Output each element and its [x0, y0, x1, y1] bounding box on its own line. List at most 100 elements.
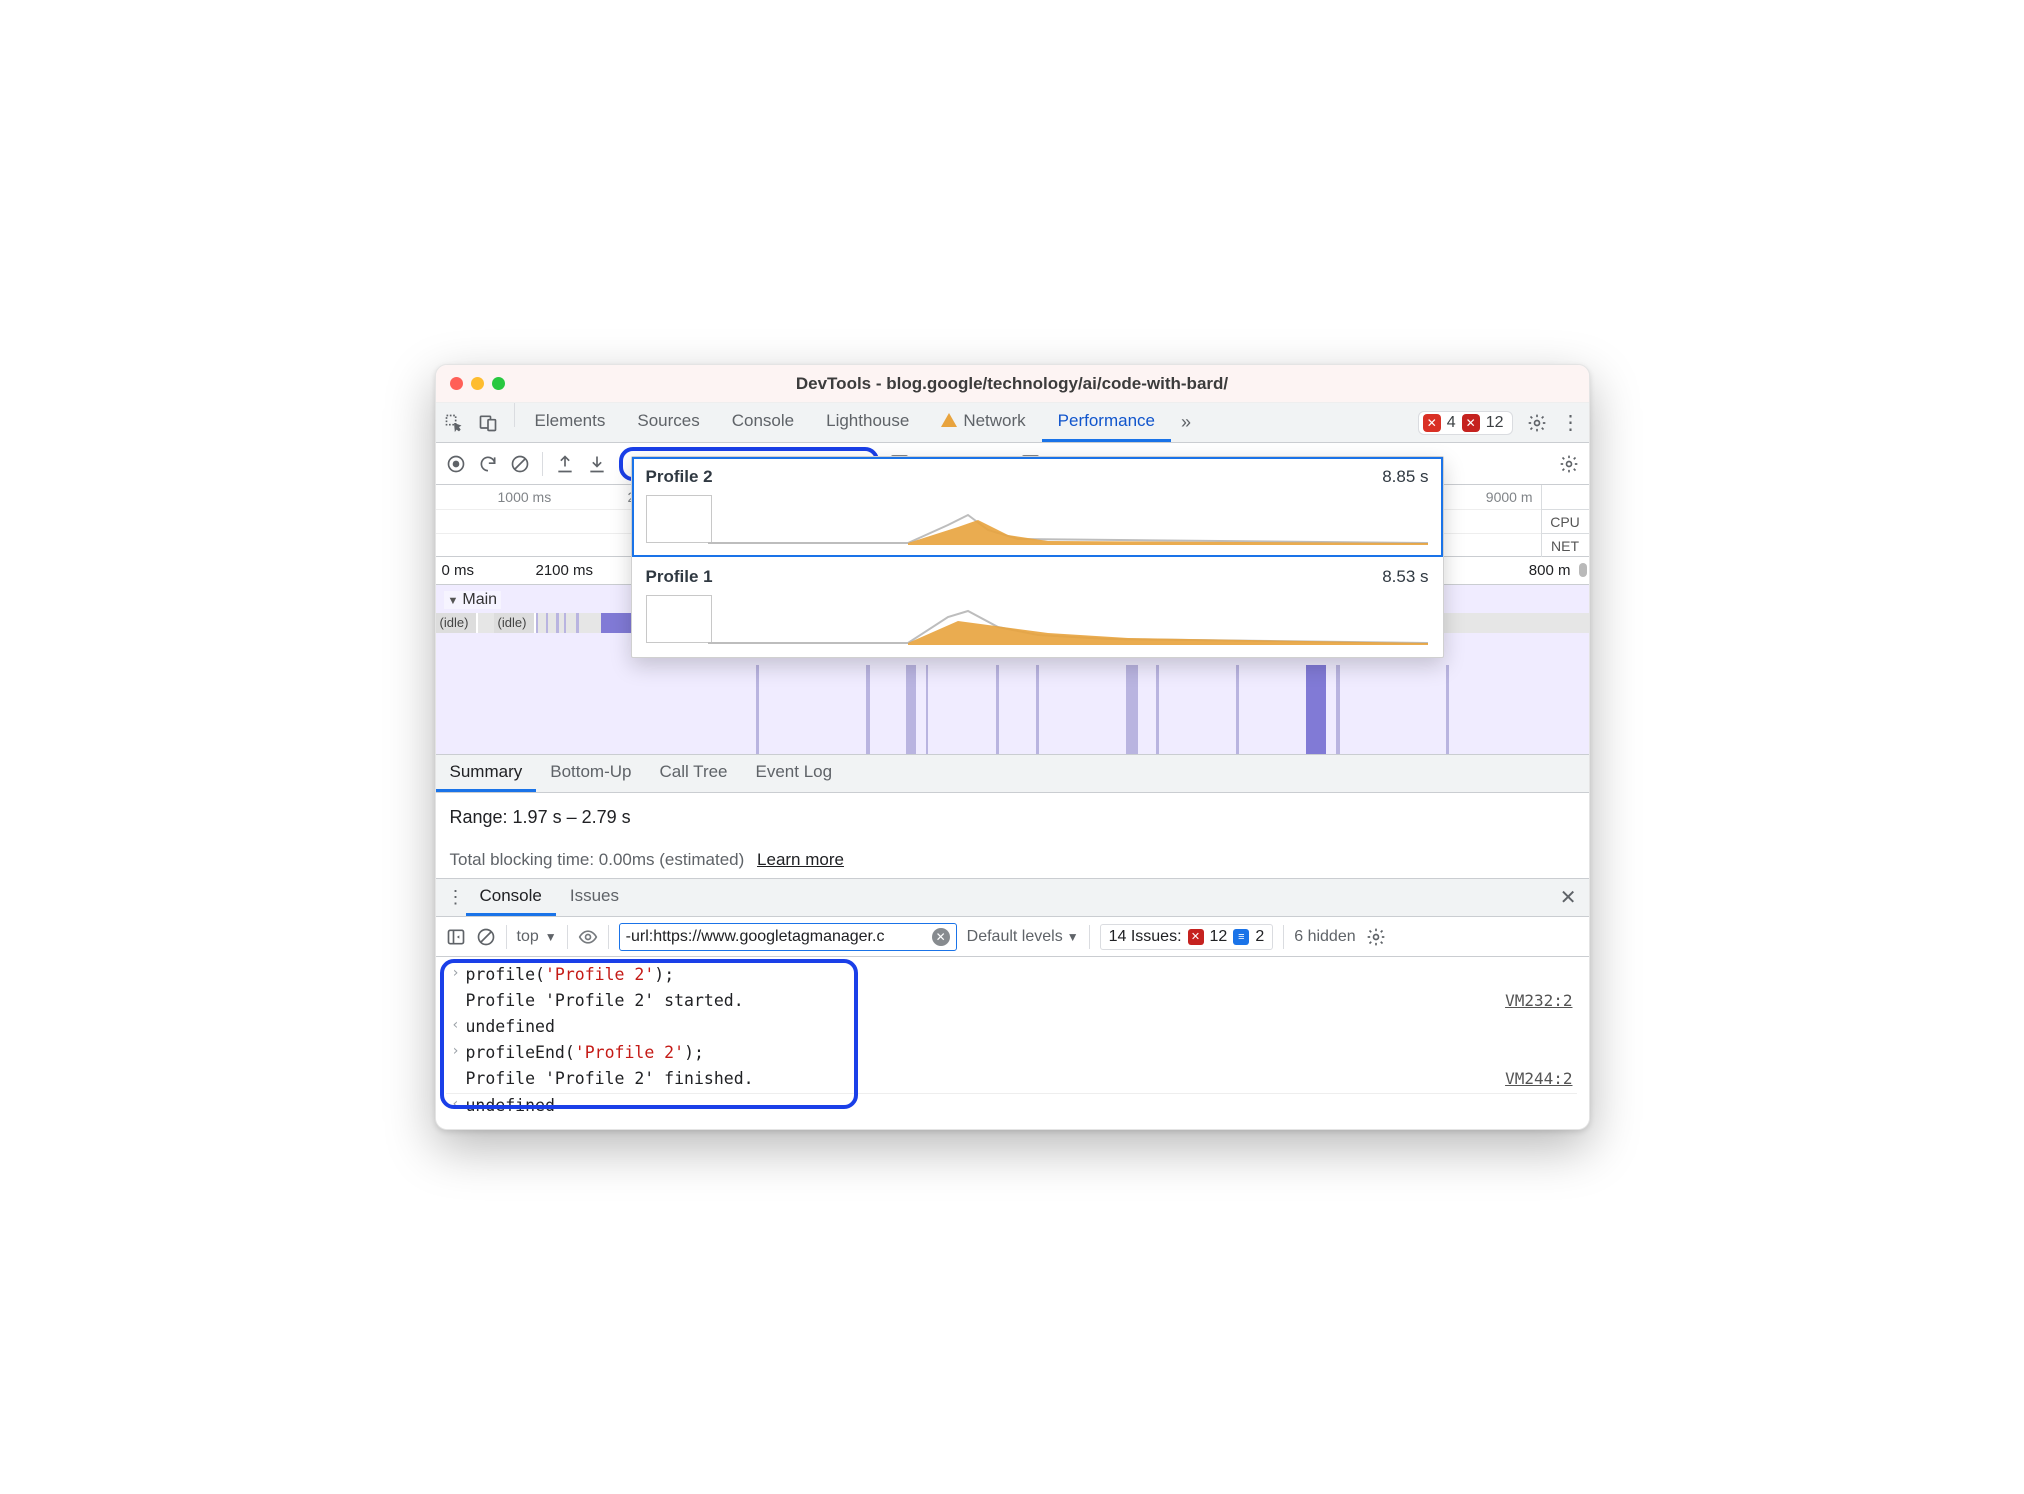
main-tabstrip: Elements Sources Console Lighthouse Netw…	[436, 403, 1589, 443]
profile-time: 8.53 s	[1382, 567, 1428, 587]
chevron-down-icon: ▼	[545, 930, 557, 944]
tab-network[interactable]: Network	[925, 403, 1041, 442]
reload-icon[interactable]	[478, 454, 498, 474]
source-link[interactable]: VM232:2	[1505, 991, 1576, 1010]
learn-more-link[interactable]: Learn more	[757, 850, 844, 869]
separator	[1089, 925, 1090, 949]
issues-counter[interactable]: 14 Issues: ✕ 12 ≡ 2	[1100, 924, 1274, 950]
profile-time: 8.85 s	[1382, 467, 1428, 487]
close-icon[interactable]	[450, 377, 463, 390]
context-select[interactable]: top ▼	[517, 928, 557, 946]
perf-settings-gear-icon[interactable]	[1559, 454, 1579, 474]
tab-sources[interactable]: Sources	[621, 403, 715, 442]
log-return: ‹ undefined	[446, 1015, 1577, 1041]
input-chevron-icon: ›	[446, 965, 466, 981]
gear-icon[interactable]	[1527, 413, 1547, 433]
separator	[514, 403, 515, 427]
log-return: ‹ undefined	[446, 1093, 1577, 1119]
log-output: Profile 'Profile 2' finished. VM244:2	[446, 1067, 1577, 1093]
summary-range: Range: 1.97 s – 2.79 s	[450, 807, 1575, 828]
tab-bottom-up[interactable]: Bottom-Up	[536, 755, 645, 792]
chevron-down-icon: ▼	[1067, 930, 1079, 944]
profile-row[interactable]: Profile 2 8.85 s	[632, 457, 1443, 557]
ruler-tick: 800 m	[1529, 562, 1571, 579]
summary-tabstrip: Summary Bottom-Up Call Tree Event Log	[436, 755, 1589, 793]
drawer-tab-issues[interactable]: Issues	[556, 879, 633, 916]
record-icon[interactable]	[446, 454, 466, 474]
error-count: 4	[1447, 414, 1456, 432]
clear-console-icon[interactable]	[476, 927, 496, 947]
issues-label: 14 Issues:	[1109, 928, 1182, 946]
return-chevron-icon: ‹	[446, 1017, 466, 1033]
tab-summary[interactable]: Summary	[436, 755, 537, 792]
error2-badge-icon: ✕	[1462, 414, 1480, 432]
tab-console[interactable]: Console	[716, 403, 810, 442]
error-counter[interactable]: ✕ 4 ✕ 12	[1418, 411, 1513, 435]
upload-icon[interactable]	[555, 454, 575, 474]
issues-info-count: 2	[1255, 928, 1264, 946]
window-title: DevTools - blog.google/technology/ai/cod…	[436, 374, 1589, 394]
profile-sparkline	[708, 505, 1428, 545]
drawer-tab-console[interactable]: Console	[466, 879, 556, 916]
ruler-tick: 0 ms	[442, 562, 475, 579]
profile-thumbnail	[646, 495, 712, 543]
log-input: › profileEnd('Profile 2');	[446, 1041, 1577, 1067]
issues-error-count: 12	[1210, 928, 1228, 946]
tab-lighthouse[interactable]: Lighthouse	[810, 403, 925, 442]
console-settings-gear-icon[interactable]	[1366, 927, 1386, 947]
filter-value: -url:https://www.googletagmanager.c	[626, 928, 885, 946]
profile-name: Profile 2	[646, 467, 713, 487]
scrollbar-thumb[interactable]	[1579, 563, 1587, 577]
tab-performance[interactable]: Performance	[1042, 403, 1171, 442]
separator	[542, 452, 543, 476]
inspect-icon[interactable]	[444, 413, 464, 433]
clear-icon[interactable]	[510, 454, 530, 474]
separator	[608, 925, 609, 949]
console-log[interactable]: › profile('Profile 2'); Profile 'Profile…	[436, 957, 1589, 1129]
sidebar-toggle-icon[interactable]	[446, 927, 466, 947]
source-link[interactable]: VM244:2	[1505, 1069, 1576, 1088]
hidden-count[interactable]: 6 hidden	[1294, 928, 1355, 946]
tab-elements[interactable]: Elements	[519, 403, 622, 442]
clear-filter-icon[interactable]: ✕	[932, 928, 950, 946]
separator	[1283, 925, 1284, 949]
context-value: top	[517, 928, 539, 946]
kebab-icon[interactable]: ⋮	[1561, 413, 1581, 433]
close-icon[interactable]: ✕	[1560, 885, 1577, 910]
error2-count: 12	[1486, 414, 1504, 432]
console-filter-input[interactable]: -url:https://www.googletagmanager.c ✕	[619, 923, 957, 951]
overview-net-label: NET	[1542, 533, 1589, 557]
drawer-kebab-icon[interactable]: ⋮	[446, 887, 466, 908]
overview-cpu-label: CPU	[1542, 509, 1589, 533]
tabs-overflow[interactable]: »	[1171, 403, 1201, 442]
minimize-icon[interactable]	[471, 377, 484, 390]
return-chevron-icon: ‹	[446, 1096, 466, 1112]
separator	[567, 925, 568, 949]
profile-row[interactable]: Profile 1 8.53 s	[632, 557, 1443, 657]
log-output: Profile 'Profile 2' started. VM232:2	[446, 989, 1577, 1015]
profile-list-popover[interactable]: Profile 2 8.85 s Profile 1 8.53 s	[631, 456, 1444, 658]
warning-icon	[941, 413, 957, 427]
levels-value: Default levels	[967, 928, 1063, 946]
maximize-icon[interactable]	[492, 377, 505, 390]
device-icon[interactable]	[478, 413, 498, 433]
profile-thumbnail	[646, 595, 712, 643]
main-thread-label[interactable]: Main	[444, 591, 502, 609]
summary-blocking: Total blocking time: 0.00ms (estimated)	[450, 850, 745, 869]
profile-sparkline	[708, 605, 1428, 645]
overview-tick: 1000 ms	[498, 489, 552, 505]
download-icon[interactable]	[587, 454, 607, 474]
log-levels-select[interactable]: Default levels ▼	[967, 928, 1079, 946]
issues-info-icon: ≡	[1233, 929, 1249, 945]
devtools-window: DevTools - blog.google/technology/ai/cod…	[435, 364, 1590, 1130]
console-toolbar: top ▼ -url:https://www.googletagmanager.…	[436, 917, 1589, 957]
tab-call-tree[interactable]: Call Tree	[645, 755, 741, 792]
separator	[506, 925, 507, 949]
flame-bars-bottom	[436, 665, 1589, 754]
issues-error-icon: ✕	[1188, 929, 1204, 945]
window-controls	[436, 377, 505, 390]
error-badge-icon: ✕	[1423, 414, 1441, 432]
live-expression-icon[interactable]	[578, 927, 598, 947]
tab-event-log[interactable]: Event Log	[742, 755, 847, 792]
log-input: › profile('Profile 2');	[446, 963, 1577, 989]
